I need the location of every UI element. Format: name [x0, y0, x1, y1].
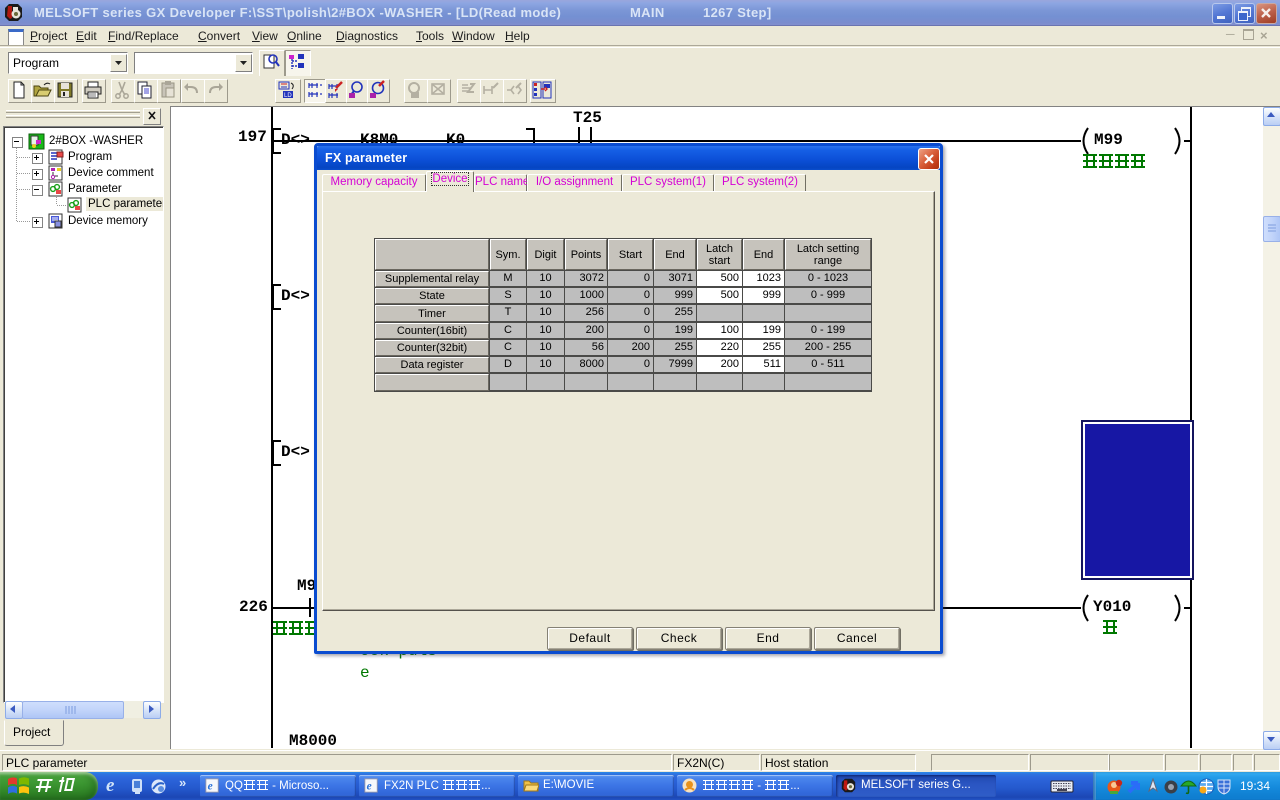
svg-text:e: e [367, 780, 372, 792]
svg-text:LD: LD [284, 93, 292, 99]
svg-text:e: e [208, 780, 213, 792]
